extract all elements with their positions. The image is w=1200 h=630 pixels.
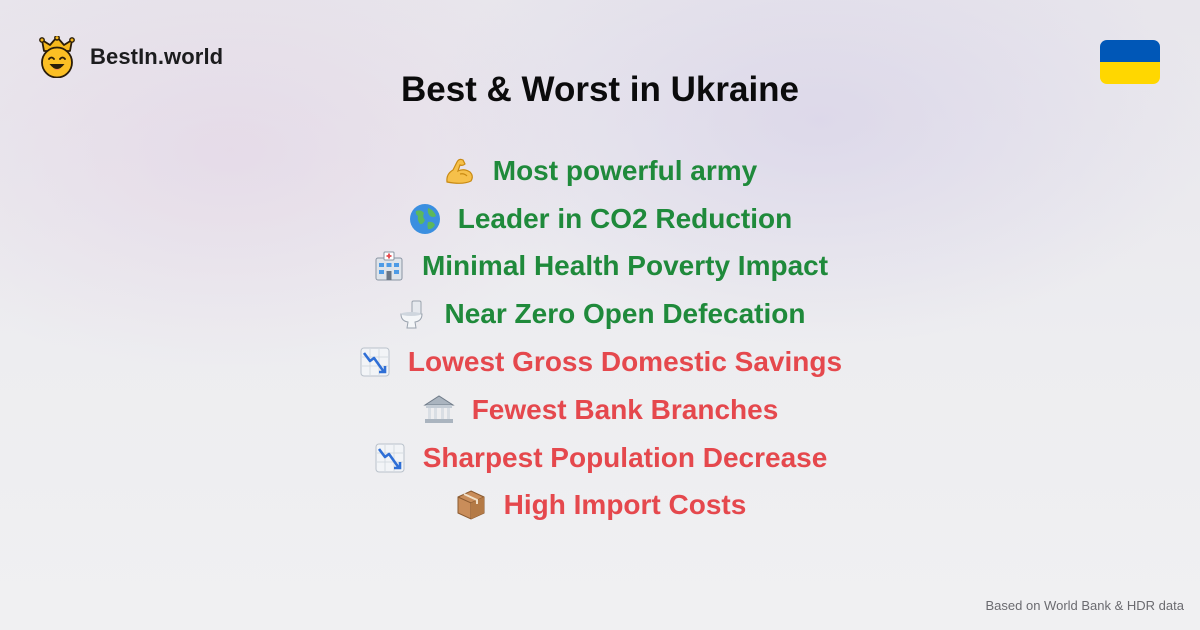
chart-decreasing-icon — [373, 441, 407, 475]
ranking-list: Most powerful army Leader in CO2 Reducti… — [0, 147, 1200, 529]
list-item: Leader in CO2 Reduction — [408, 195, 793, 243]
bank-icon — [422, 393, 456, 427]
item-label: High Import Costs — [503, 489, 747, 521]
item-label: Fewest Bank Branches — [471, 393, 779, 425]
list-item: Fewest Bank Branches — [422, 386, 779, 434]
item-label: Minimal Health Poverty Impact — [421, 250, 829, 282]
toilet-icon — [395, 297, 429, 331]
flexed-biceps-icon — [443, 154, 477, 188]
list-item: Near Zero Open Defecation — [395, 290, 806, 338]
globe-icon — [408, 202, 442, 236]
list-item: Lowest Gross Domestic Savings — [358, 338, 842, 386]
flag-blue-stripe — [1100, 40, 1160, 62]
page-title: Best & Worst in Ukraine — [400, 70, 800, 109]
brand-name: BestIn.world — [90, 44, 224, 69]
item-label: Sharpest Population Decrease — [422, 441, 828, 473]
chart-decreasing-icon — [358, 345, 392, 379]
package-icon — [454, 488, 488, 522]
data-source-note: Based on World Bank & HDR data — [985, 598, 1184, 613]
item-label: Most powerful army — [492, 154, 758, 186]
list-item: Minimal Health Poverty Impact — [372, 243, 828, 291]
list-item: High Import Costs — [454, 482, 747, 530]
list-item: Sharpest Population Decrease — [373, 434, 828, 482]
item-label: Near Zero Open Defecation — [444, 298, 806, 330]
list-item: Most powerful army — [443, 147, 757, 195]
hospital-icon — [372, 249, 406, 283]
item-label: Lowest Gross Domestic Savings — [407, 346, 843, 378]
item-label: Leader in CO2 Reduction — [457, 202, 793, 234]
